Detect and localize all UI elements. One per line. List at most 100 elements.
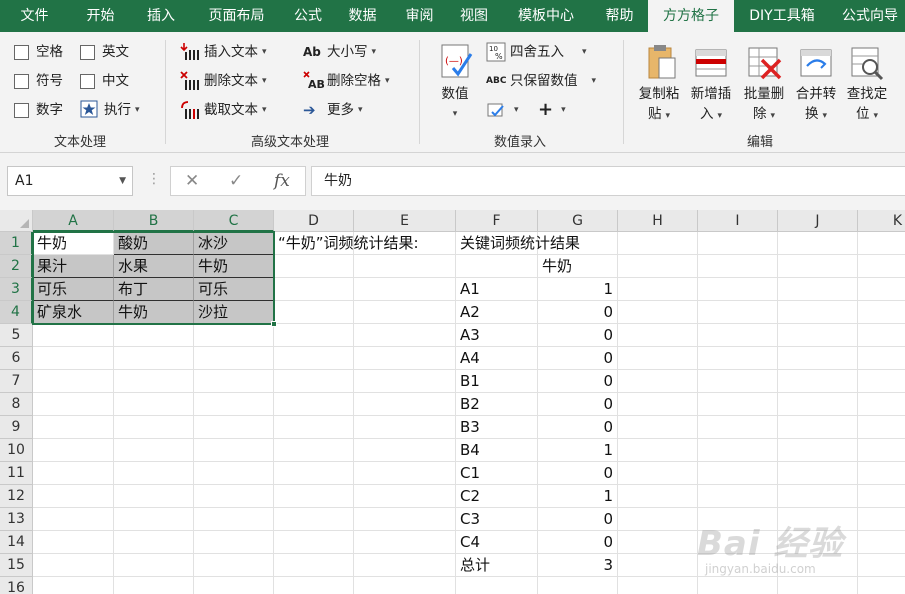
tab-6[interactable]: 审阅 — [392, 0, 447, 32]
cell-I5[interactable] — [698, 324, 778, 347]
cell-E1[interactable] — [354, 232, 456, 255]
cell-E5[interactable] — [354, 324, 456, 347]
cell-C14[interactable] — [194, 531, 274, 554]
cell-B7[interactable] — [114, 370, 194, 393]
cell-I11[interactable] — [698, 462, 778, 485]
cell-A16[interactable] — [33, 577, 114, 594]
plus-button[interactable]: + ▾ — [538, 99, 566, 121]
cell-D11[interactable] — [274, 462, 354, 485]
cell-D15[interactable] — [274, 554, 354, 577]
checkbox[interactable] — [80, 44, 95, 60]
fill-button[interactable]: ▾ — [486, 99, 519, 121]
row-header-16[interactable]: 16 — [0, 577, 33, 594]
cell-I2[interactable] — [698, 255, 778, 278]
cell-F9[interactable]: B3 — [456, 416, 538, 439]
tab-5[interactable]: 数据 — [333, 0, 392, 32]
round-button[interactable]: 10% 四舍五入 ▾ — [486, 41, 587, 63]
cell-K4[interactable] — [858, 301, 905, 324]
cell-B4[interactable]: 牛奶 — [114, 301, 194, 324]
cell-A6[interactable] — [33, 347, 114, 370]
cell-F1[interactable]: 关键词频统计结果 — [456, 232, 580, 255]
cell-G13[interactable]: 0 — [538, 508, 618, 531]
cell-B5[interactable] — [114, 324, 194, 347]
column-header-D[interactable]: D — [274, 210, 354, 232]
cell-C9[interactable] — [194, 416, 274, 439]
cell-B12[interactable] — [114, 485, 194, 508]
cell-A15[interactable] — [33, 554, 114, 577]
cell-G10[interactable]: 1 — [538, 439, 618, 462]
row-header-11[interactable]: 11 — [0, 462, 33, 485]
row-header-10[interactable]: 10 — [0, 439, 33, 462]
cell-B1[interactable]: 酸奶 — [114, 232, 194, 255]
insert-text-button[interactable]: 插入文本 ▾ — [180, 41, 267, 63]
cell-C10[interactable] — [194, 439, 274, 462]
row-header-1[interactable]: 1 — [0, 232, 33, 255]
cell-D10[interactable] — [274, 439, 354, 462]
cell-C2[interactable]: 牛奶 — [194, 255, 274, 278]
cell-B14[interactable] — [114, 531, 194, 554]
row-header-14[interactable]: 14 — [0, 531, 33, 554]
cell-A8[interactable] — [33, 393, 114, 416]
cell-G15[interactable]: 3 — [538, 554, 618, 577]
cell-B13[interactable] — [114, 508, 194, 531]
cell-E15[interactable] — [354, 554, 456, 577]
column-header-J[interactable]: J — [778, 210, 858, 232]
cell-J11[interactable] — [778, 462, 858, 485]
cell-J2[interactable] — [778, 255, 858, 278]
remove-space-button[interactable]: AB 删除空格 ▾ — [303, 70, 390, 92]
cell-I10[interactable] — [698, 439, 778, 462]
cell-D16[interactable] — [274, 577, 354, 594]
cell-A4[interactable]: 矿泉水 — [33, 301, 114, 324]
cell-E3[interactable] — [354, 278, 456, 301]
opt-chinese[interactable]: 中文 — [80, 70, 129, 92]
cell-J3[interactable] — [778, 278, 858, 301]
cell-I9[interactable] — [698, 416, 778, 439]
cell-F14[interactable]: C4 — [456, 531, 538, 554]
cell-E6[interactable] — [354, 347, 456, 370]
value-button[interactable]: (—) 数值 ▾ — [432, 42, 478, 124]
cell-D8[interactable] — [274, 393, 354, 416]
cell-K3[interactable] — [858, 278, 905, 301]
cell-F3[interactable]: A1 — [456, 278, 538, 301]
cell-I8[interactable] — [698, 393, 778, 416]
checkbox[interactable] — [14, 73, 29, 89]
cell-E12[interactable] — [354, 485, 456, 508]
column-header-K[interactable]: K — [858, 210, 905, 232]
case-button[interactable]: Ab 大小写 ▾ — [303, 41, 376, 63]
cell-I6[interactable] — [698, 347, 778, 370]
row-header-12[interactable]: 12 — [0, 485, 33, 508]
cell-F13[interactable]: C3 — [456, 508, 538, 531]
cell-I3[interactable] — [698, 278, 778, 301]
cell-K9[interactable] — [858, 416, 905, 439]
cell-I1[interactable] — [698, 232, 778, 255]
row-header-8[interactable]: 8 — [0, 393, 33, 416]
row-header-6[interactable]: 6 — [0, 347, 33, 370]
cell-C12[interactable] — [194, 485, 274, 508]
cell-G4[interactable]: 0 — [538, 301, 618, 324]
cell-F16[interactable] — [456, 577, 538, 594]
column-header-F[interactable]: F — [456, 210, 538, 232]
delete-text-button[interactable]: 删除文本 ▾ — [180, 70, 267, 92]
cell-B3[interactable]: 布丁 — [114, 278, 194, 301]
cell-C5[interactable] — [194, 324, 274, 347]
cell-H10[interactable] — [618, 439, 698, 462]
tab-12[interactable]: 公式向导 — [830, 0, 905, 32]
cell-G6[interactable]: 0 — [538, 347, 618, 370]
cell-F6[interactable]: A4 — [456, 347, 538, 370]
cell-K5[interactable] — [858, 324, 905, 347]
checkbox[interactable] — [14, 102, 29, 118]
cell-D14[interactable] — [274, 531, 354, 554]
cell-K11[interactable] — [858, 462, 905, 485]
cell-A10[interactable] — [33, 439, 114, 462]
cell-A2[interactable]: 果汁 — [33, 255, 114, 278]
cell-E13[interactable] — [354, 508, 456, 531]
cell-G8[interactable]: 0 — [538, 393, 618, 416]
cell-I12[interactable] — [698, 485, 778, 508]
cell-H6[interactable] — [618, 347, 698, 370]
cell-B15[interactable] — [114, 554, 194, 577]
cell-G14[interactable]: 0 — [538, 531, 618, 554]
tab-11[interactable]: DIY工具箱 — [734, 0, 830, 32]
cell-G7[interactable]: 0 — [538, 370, 618, 393]
row-header-7[interactable]: 7 — [0, 370, 33, 393]
cell-J7[interactable] — [778, 370, 858, 393]
